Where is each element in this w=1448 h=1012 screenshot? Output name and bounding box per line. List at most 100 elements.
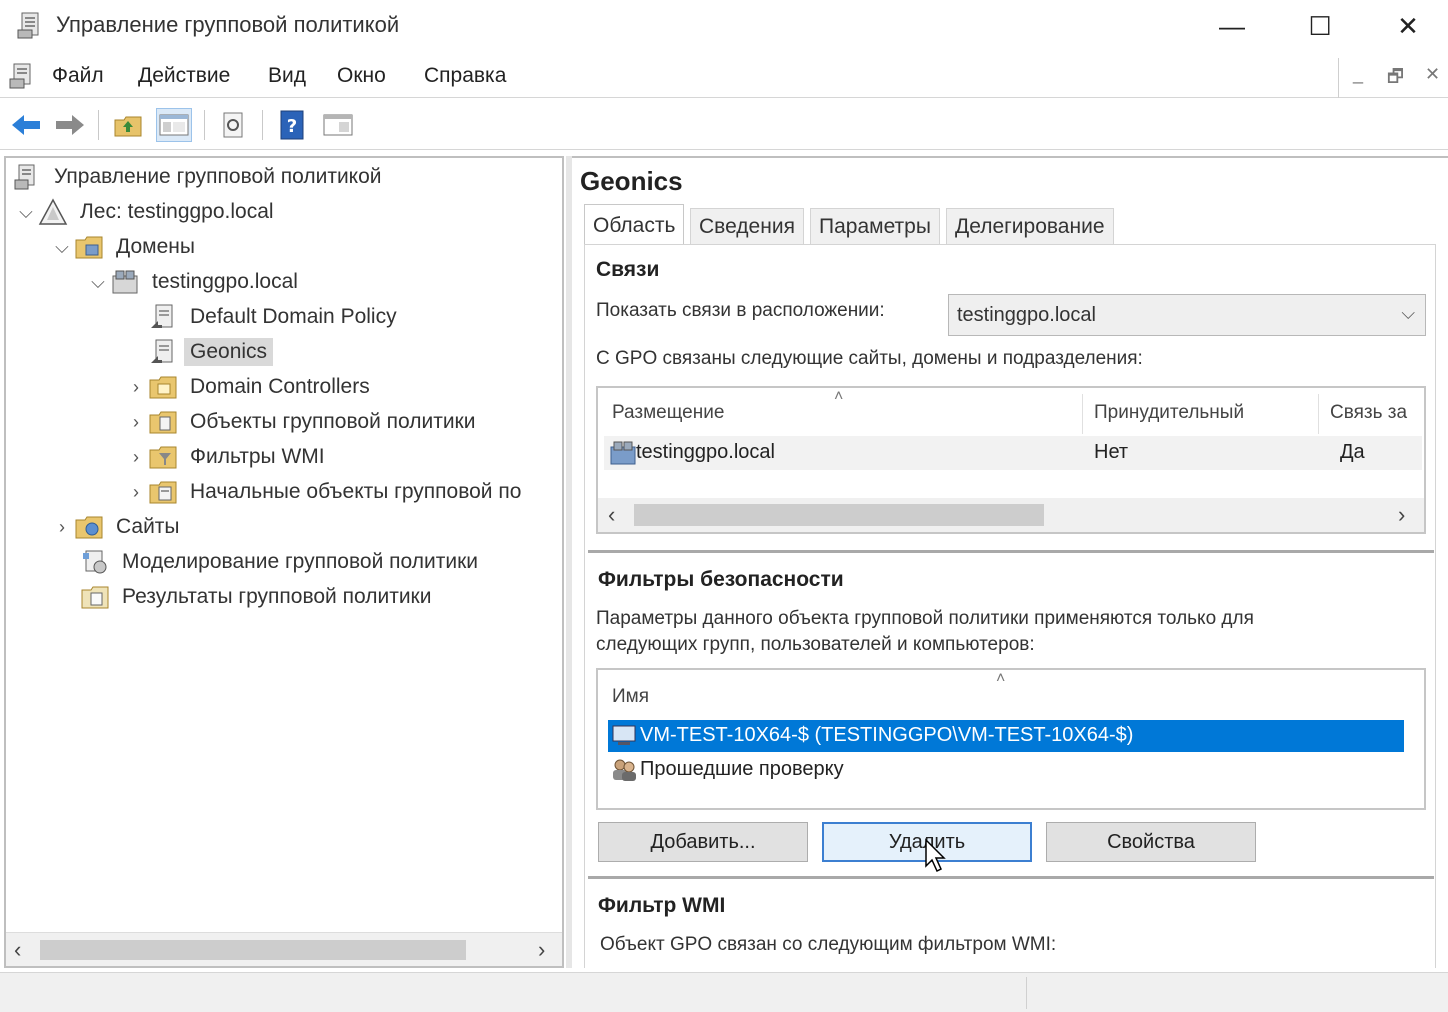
maximize-button[interactable]: ☐	[1276, 0, 1364, 52]
scroll-right-arrow-icon[interactable]: ›	[1398, 502, 1405, 528]
tree-horizontal-scrollbar[interactable]: ‹ ›	[6, 932, 562, 966]
toolbar-separator	[98, 110, 99, 140]
tree-label: Geonics	[184, 338, 274, 366]
ou-folder-icon	[149, 376, 177, 399]
status-bar	[0, 972, 1448, 1012]
tree-item-root[interactable]: Управление групповой политикой	[12, 160, 388, 194]
column-header-enforced[interactable]: Принудительный	[1094, 402, 1244, 424]
chevron-right-icon[interactable]: ›	[124, 482, 148, 503]
column-divider	[1318, 394, 1319, 434]
tree-label: Объекты групповой политики	[190, 410, 476, 433]
menu-view[interactable]: Вид	[268, 64, 306, 88]
column-divider	[1082, 394, 1083, 434]
tree-label: Лес: testinggpo.local	[80, 200, 274, 223]
add-button[interactable]: Добавить...	[598, 822, 808, 862]
list-item-selected[interactable]: VM-TEST-10X64-$ (TESTINGGPO\VM-TEST-10X6…	[608, 720, 1404, 752]
chevron-down-icon[interactable]: ⌵	[50, 237, 74, 258]
security-description-line1: Параметры данного объекта групповой поли…	[596, 608, 1254, 629]
properties-button[interactable]: Свойства	[1046, 822, 1256, 862]
menu-action[interactable]: Действие	[138, 64, 230, 88]
menu-bar: Файл Действие Вид Окно Справка	[0, 54, 1448, 98]
table-row[interactable]: testinggpo.local Нет Да	[604, 436, 1422, 470]
column-header-name[interactable]: Имя	[612, 686, 649, 708]
cell-enforced: Нет	[1094, 441, 1129, 463]
links-description: С GPO связаны следующие сайты, домены и …	[596, 348, 1143, 369]
security-description-line2: следующих групп, пользователей и компьют…	[596, 634, 1035, 655]
menu-window[interactable]: Окно	[337, 64, 386, 88]
sort-ascending-icon: ˄	[996, 670, 1006, 687]
tree-label: Управление групповой политикой	[54, 165, 382, 188]
scroll-left-arrow-icon[interactable]: ‹	[14, 937, 21, 963]
forward-arrow-icon[interactable]	[52, 108, 88, 142]
mouse-cursor-icon	[925, 838, 946, 873]
domain-icon	[112, 270, 138, 294]
toolbar: ?	[0, 100, 1448, 150]
mdi-close-button[interactable]: ✕	[1425, 64, 1440, 85]
tree-item-domain[interactable]: ⌵ testinggpo.local	[86, 265, 304, 299]
tree-item-geonics[interactable]: Geonics	[148, 335, 274, 369]
links-list: ˄ Размещение Принудительный Связь за tes…	[596, 386, 1426, 534]
back-arrow-icon[interactable]	[8, 108, 44, 142]
refresh-icon[interactable]	[216, 108, 252, 142]
scroll-left-arrow-icon[interactable]: ‹	[608, 502, 615, 528]
location-dropdown[interactable]: testinggpo.local ⌵	[948, 294, 1426, 336]
console-tree: Управление групповой политикой ⌵ Лес: te…	[4, 156, 564, 968]
menu-file[interactable]: Файл	[52, 64, 104, 88]
chevron-right-icon[interactable]: ›	[124, 377, 148, 398]
chevron-right-icon[interactable]: ›	[124, 412, 148, 433]
domains-folder-icon	[75, 236, 103, 259]
gpo-link-icon	[151, 304, 173, 328]
chevron-right-icon[interactable]: ›	[50, 517, 74, 538]
svg-text:?: ?	[287, 116, 297, 137]
computer-icon	[612, 725, 636, 745]
links-horizontal-scrollbar[interactable]: ‹ ›	[598, 498, 1424, 532]
show-links-label: Показать связи в расположении:	[596, 300, 885, 321]
cell-name: VM-TEST-10X64-$ (TESTINGGPO\VM-TEST-10X6…	[640, 724, 1134, 746]
group-policy-icon	[14, 164, 35, 190]
tree-item-default-domain-policy[interactable]: Default Domain Policy	[148, 300, 403, 334]
tree-label: Домены	[116, 235, 195, 258]
tree-item-forest[interactable]: ⌵ Лес: testinggpo.local	[14, 195, 280, 229]
column-header-link-enabled[interactable]: Связь за	[1330, 402, 1407, 424]
tab-scope[interactable]: Область	[584, 204, 685, 246]
chevron-down-icon[interactable]: ⌵	[86, 272, 110, 293]
tree-item-results[interactable]: Результаты групповой политики	[80, 580, 437, 614]
mdi-restore-button[interactable]: 🗗	[1387, 64, 1404, 94]
up-folder-icon[interactable]	[110, 108, 146, 142]
tab-settings[interactable]: Параметры	[810, 208, 940, 244]
tree-label: Результаты групповой политики	[122, 585, 432, 608]
chevron-down-icon[interactable]: ⌵	[14, 202, 38, 223]
scrollbar-thumb[interactable]	[634, 504, 1044, 526]
toolbar-separator	[262, 110, 263, 140]
chevron-down-icon: ⌵	[1401, 303, 1415, 323]
mdi-controls: _ 🗗 ✕	[1338, 58, 1448, 98]
tree-label: Фильтры WMI	[190, 445, 325, 468]
column-header-location[interactable]: Размещение	[612, 402, 724, 424]
tree-item-sites[interactable]: › Сайты	[50, 510, 186, 544]
mdi-minimize-button[interactable]: _	[1353, 64, 1363, 85]
tree-label: Моделирование групповой политики	[122, 550, 478, 573]
gpo-title: Geonics	[580, 166, 683, 196]
chevron-right-icon[interactable]: ›	[124, 447, 148, 468]
menu-help[interactable]: Справка	[424, 64, 506, 88]
close-button[interactable]: ✕	[1364, 0, 1448, 52]
tree-item-wmi-filters[interactable]: › Фильтры WMI	[124, 440, 331, 474]
scrollbar-thumb[interactable]	[40, 940, 466, 960]
minimize-button[interactable]: —	[1188, 0, 1276, 52]
gpo-folder-icon	[149, 411, 177, 434]
tree-item-domain-controllers[interactable]: › Domain Controllers	[124, 370, 376, 404]
tab-delegation[interactable]: Делегирование	[946, 208, 1114, 244]
tree-item-modeling[interactable]: Моделирование групповой политики	[80, 545, 484, 579]
sort-ascending-icon: ˄	[834, 388, 844, 405]
tree-item-gpo-objects[interactable]: › Объекты групповой политики	[124, 405, 481, 439]
tab-details[interactable]: Сведения	[690, 208, 804, 244]
properties-icon[interactable]	[320, 108, 356, 142]
scroll-right-arrow-icon[interactable]: ›	[538, 937, 545, 963]
tree-item-domains[interactable]: ⌵ Домены	[50, 230, 201, 264]
tree-item-starter-gpos[interactable]: › Начальные объекты групповой по	[124, 475, 527, 509]
show-hide-tree-icon[interactable]	[156, 108, 192, 142]
gpo-link-icon	[151, 339, 173, 363]
help-icon[interactable]: ?	[274, 108, 310, 142]
tree-label: Начальные объекты групповой по	[190, 480, 522, 503]
list-item[interactable]: Прошедшие проверку	[608, 754, 1404, 786]
